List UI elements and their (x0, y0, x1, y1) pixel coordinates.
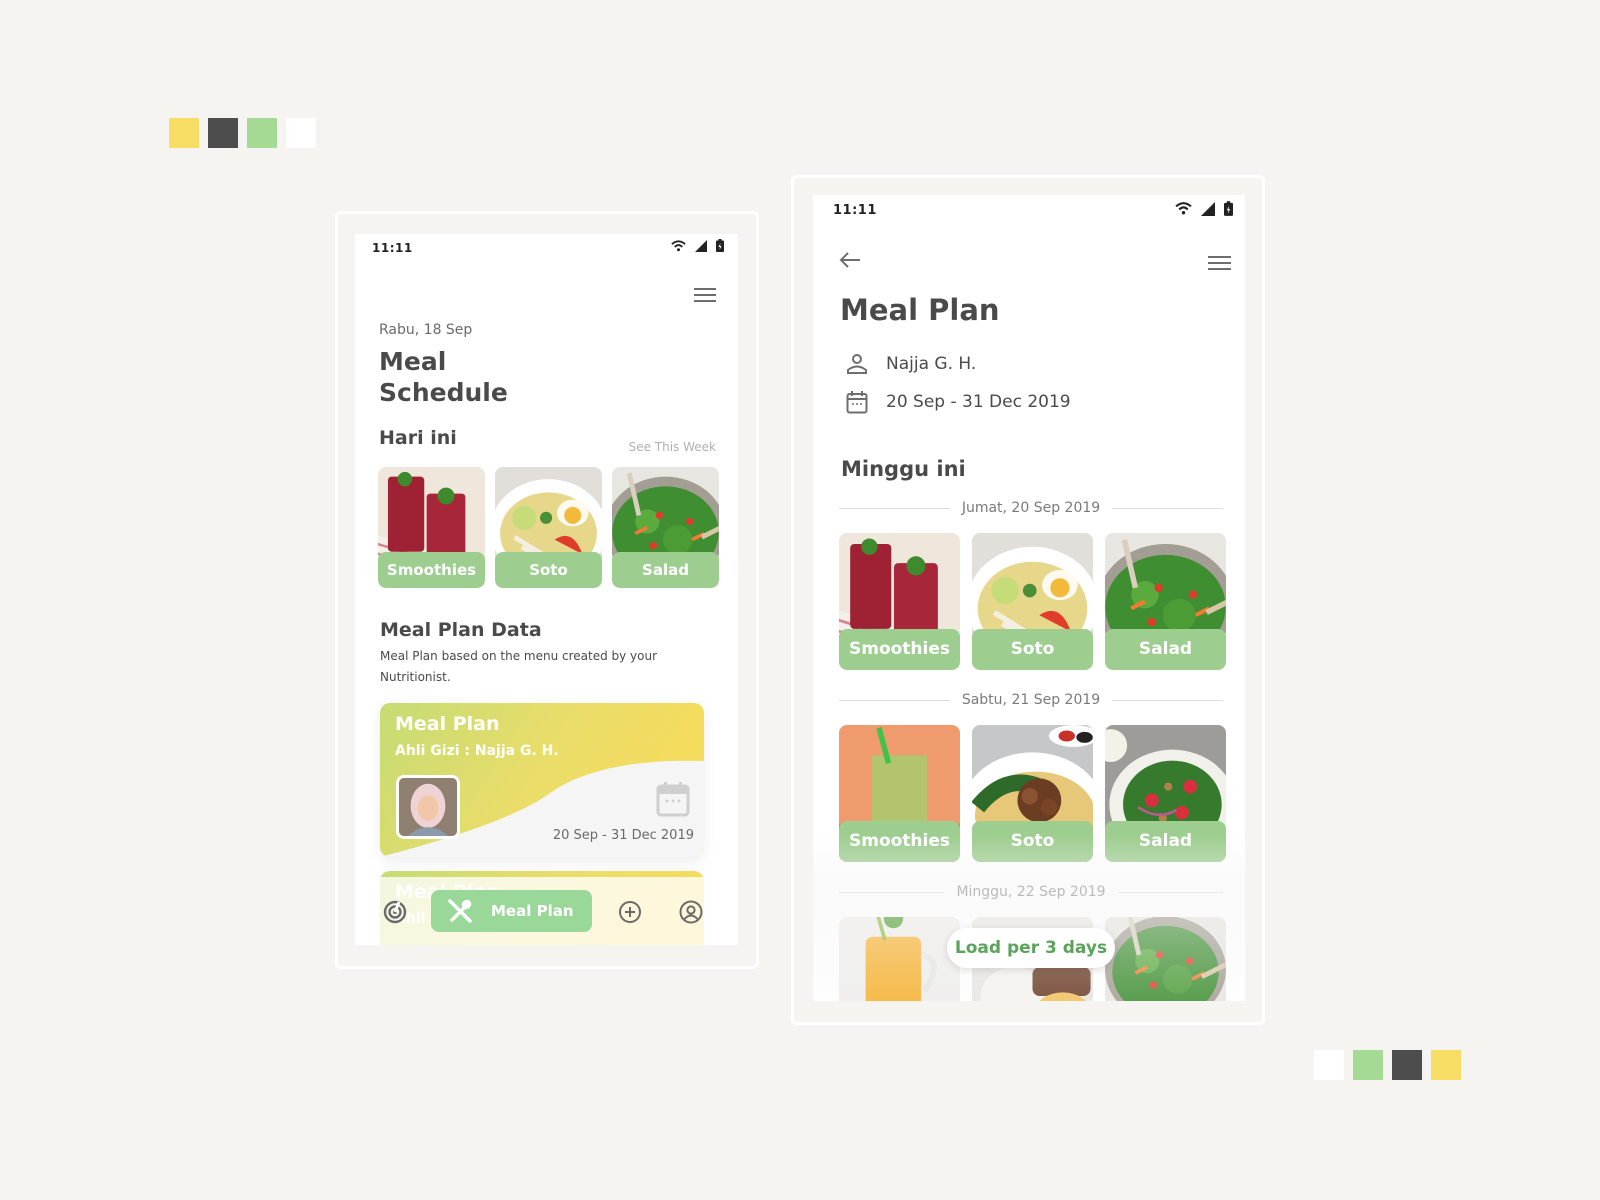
plus-circle-icon[interactable] (618, 900, 642, 924)
food-label: Smoothies (839, 821, 960, 862)
swatch-green (247, 118, 277, 148)
food-card-smoothies[interactable] (839, 917, 960, 1001)
meal-plan-data-heading: Meal Plan Data (380, 619, 542, 641)
food-label: Soto (972, 629, 1093, 670)
profile-icon[interactable] (679, 900, 703, 924)
wifi-icon (671, 239, 686, 251)
food-card-soto[interactable]: Soto (972, 725, 1093, 862)
phone-frame-meal-plan: 11:11 Meal Plan Najja G. H. 20 Sep - 31 … (791, 175, 1265, 1025)
color-palette-bottom (1314, 1050, 1461, 1080)
meal-plan-screen: 11:11 Meal Plan Najja G. H. 20 Sep - 31 … (813, 195, 1245, 1001)
food-image-salad (1105, 917, 1226, 1001)
bottom-navigation: Meal Plan (355, 877, 738, 945)
swatch-green (1353, 1050, 1383, 1080)
food-label: Salad (1105, 821, 1226, 862)
food-card-salad[interactable]: Salad (612, 467, 719, 588)
back-arrow-icon[interactable] (839, 251, 861, 269)
food-label: Smoothies (839, 629, 960, 670)
day-food-list: Smoothies Soto Salad (839, 533, 1226, 670)
food-image-smoothie (839, 917, 960, 1001)
food-label: Smoothies (378, 552, 485, 588)
this-week-heading: Minggu ini (841, 457, 966, 481)
menu-icon[interactable] (1208, 256, 1231, 272)
page-title: Meal Plan (840, 293, 1000, 327)
status-time: 11:11 (833, 203, 877, 218)
food-label: Soto (495, 552, 602, 588)
page-title: Meal Schedule (379, 347, 508, 407)
user-icon (847, 354, 867, 374)
day-separator: Sabtu, 21 Sep 2019 (839, 692, 1224, 708)
battery-icon (716, 239, 724, 252)
day-date: Sabtu, 21 Sep 2019 (961, 692, 1101, 708)
signal-icon (1201, 201, 1215, 216)
food-card-smoothies[interactable]: Smoothies (839, 725, 960, 862)
nav-meal-plan-label: Meal Plan (491, 902, 574, 920)
plan-date-range: 20 Sep - 31 Dec 2019 (552, 828, 694, 843)
swatch-yellow (169, 118, 199, 148)
meal-plan-card[interactable]: Meal Plan Ahli Gizi : Najja G. H. 20 Sep… (380, 703, 704, 857)
menu-icon[interactable] (694, 288, 716, 304)
fork-spoon-icon (448, 899, 472, 923)
radar-icon[interactable] (383, 900, 407, 924)
swatch-white (1314, 1050, 1344, 1080)
nutritionist-avatar (396, 775, 460, 839)
food-label: Salad (612, 552, 719, 588)
today-heading: Hari ini (379, 427, 457, 449)
swatch-white (286, 118, 316, 148)
day-food-list: Smoothies Soto Salad (839, 725, 1226, 862)
phone-frame-meal-schedule: 11:11 Rabu, 18 Sep Meal Schedule Hari in… (335, 211, 759, 969)
plan-dates-info: 20 Sep - 31 Dec 2019 (846, 390, 1071, 414)
meal-plan-data-description: Meal Plan based on the menu created by y… (380, 649, 658, 684)
plan-date-range: 20 Sep - 31 Dec 2019 (886, 392, 1071, 412)
nutritionist-name: Najja G. H. (886, 354, 977, 374)
status-bar: 11:11 (813, 195, 1245, 225)
calendar-icon (846, 391, 868, 414)
see-this-week-link[interactable]: See This Week (629, 440, 716, 454)
food-card-salad[interactable] (1105, 917, 1226, 1001)
day-separator: Jumat, 20 Sep 2019 (839, 500, 1223, 516)
plan-card-nutritionist: Ahli Gizi : Najja G. H. (395, 743, 559, 759)
nutritionist-info: Najja G. H. (846, 353, 976, 375)
status-bar: 11:11 (355, 234, 738, 264)
day-date: Minggu, 22 Sep 2019 (956, 884, 1106, 900)
day-date: Jumat, 20 Sep 2019 (961, 500, 1101, 516)
food-card-soto[interactable]: Soto (495, 467, 602, 588)
food-card-salad[interactable]: Salad (1105, 533, 1226, 670)
swatch-yellow (1431, 1050, 1461, 1080)
food-card-smoothies[interactable]: Smoothies (378, 467, 485, 588)
day-separator: Minggu, 22 Sep 2019 (839, 884, 1223, 900)
food-card-smoothies[interactable]: Smoothies (839, 533, 960, 670)
swatch-dark-gray (1392, 1050, 1422, 1080)
status-time: 11:11 (372, 241, 413, 255)
food-card-salad[interactable]: Salad (1105, 725, 1226, 862)
today-food-list: Smoothies Soto Salad (378, 467, 719, 588)
calendar-icon (656, 782, 690, 817)
color-palette-top (169, 118, 316, 148)
swatch-dark-gray (208, 118, 238, 148)
food-label: Salad (1105, 629, 1226, 670)
wifi-icon (1175, 202, 1192, 215)
load-more-button[interactable]: Load per 3 days (947, 928, 1115, 968)
food-card-soto[interactable]: Soto (972, 533, 1093, 670)
meal-schedule-screen: 11:11 Rabu, 18 Sep Meal Schedule Hari in… (355, 234, 738, 945)
food-label: Soto (972, 821, 1093, 862)
nav-meal-plan-button[interactable]: Meal Plan (431, 890, 592, 932)
battery-icon (1224, 201, 1233, 216)
signal-icon (695, 239, 707, 252)
current-date: Rabu, 18 Sep (379, 322, 473, 338)
plan-card-title: Meal Plan (395, 713, 500, 735)
